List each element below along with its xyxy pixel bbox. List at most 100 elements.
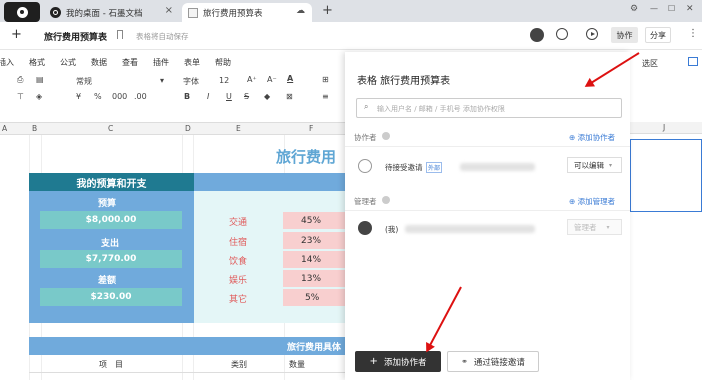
category-name[interactable]: 交通 xyxy=(229,215,247,228)
doc-header: + 旅行费用预算表 表格将自动保存 协作 分享 ⋮ xyxy=(0,22,702,50)
chevron-down-icon[interactable]: ▾ xyxy=(160,76,164,85)
column-a[interactable]: A xyxy=(2,124,7,133)
font-size-select[interactable]: 12 xyxy=(219,76,229,85)
help-icon[interactable] xyxy=(382,196,390,204)
strike-button[interactable]: S xyxy=(244,92,249,101)
category-name[interactable]: 饮食 xyxy=(229,254,247,267)
column-d[interactable]: D xyxy=(185,124,191,133)
column-header: A B C D E F xyxy=(0,122,345,135)
diff-label: 差额 xyxy=(98,276,117,286)
underline-button[interactable]: U xyxy=(226,92,232,101)
category-pct[interactable]: 14% xyxy=(283,251,345,268)
browser-tab-bar: 我的桌面 - 石墨文档 × 旅行费用预算表 ☁ + ⚙ — ☐ ✕ xyxy=(0,0,702,22)
column-e[interactable]: E xyxy=(236,124,241,133)
format-painter-icon[interactable]: ⊤ xyxy=(17,92,24,101)
admins-section-label: 管理者 xyxy=(354,197,377,206)
print-icon[interactable]: ⎙ xyxy=(17,75,23,85)
me-label: (我) xyxy=(385,225,399,234)
detail-header-row: 项 目 类别 数量 xyxy=(29,356,345,373)
comment-icon[interactable] xyxy=(688,57,698,66)
column-b[interactable]: B xyxy=(32,124,37,133)
maximize-button[interactable]: ☐ xyxy=(668,4,675,13)
avatar[interactable] xyxy=(530,28,544,42)
thousands-button[interactable]: 000 xyxy=(112,92,127,101)
menu-formula[interactable]: 公式 xyxy=(60,57,76,68)
italic-button[interactable]: I xyxy=(207,92,209,101)
app-logo[interactable] xyxy=(4,2,40,22)
merge-icon[interactable]: ⊞ xyxy=(322,75,329,84)
admin-role-label: 管理者 xyxy=(574,222,597,232)
help-icon[interactable] xyxy=(382,132,390,140)
menu-plugins[interactable]: 插件 xyxy=(153,57,169,68)
bold-button[interactable]: B xyxy=(184,92,190,101)
selection-label: 选区 xyxy=(642,59,658,68)
permission-label: 可以编辑 xyxy=(574,160,604,170)
clear-format-icon[interactable]: ◈ xyxy=(36,92,42,101)
collaborator-search-input[interactable]: ⌕ 输入用户名 / 邮箱 / 手机号 添加协作权限 xyxy=(356,98,622,118)
column-c[interactable]: C xyxy=(108,124,113,133)
add-collaborator-button[interactable]: + 添加协作者 xyxy=(355,351,441,372)
paste-icon[interactable]: ▤ xyxy=(36,75,44,84)
present-icon[interactable] xyxy=(586,28,598,40)
history-icon[interactable] xyxy=(556,28,568,40)
percent-button[interactable]: % xyxy=(94,92,102,101)
spent-value[interactable]: $7,770.00 xyxy=(40,250,182,268)
spent-label: 支出 xyxy=(101,239,120,249)
chevron-down-icon: ▾ xyxy=(606,223,610,231)
minimize-button[interactable]: — xyxy=(650,4,658,13)
decrease-font-icon[interactable]: A⁻ xyxy=(267,75,277,84)
align-icon[interactable]: ≡ xyxy=(322,92,329,101)
category-pct[interactable]: 45% xyxy=(283,212,345,229)
category-name[interactable]: 住宿 xyxy=(229,235,247,248)
permission-select[interactable]: 可以编辑 ▾ xyxy=(567,157,622,173)
column-f[interactable]: F xyxy=(309,124,313,133)
browser-tab-budget[interactable]: 旅行费用预算表 ☁ xyxy=(182,3,312,22)
collaboration-panel: 表格 旅行费用预算表 ⌕ 输入用户名 / 邮箱 / 手机号 添加协作权限 协作者… xyxy=(345,52,630,380)
menu-insert[interactable]: 插入 xyxy=(0,57,14,68)
category-name[interactable]: 娱乐 xyxy=(229,273,247,286)
menu-form[interactable]: 表单 xyxy=(184,57,200,68)
column-j[interactable]: J xyxy=(663,123,665,132)
plus-icon: + xyxy=(369,356,378,367)
add-icon[interactable]: + xyxy=(11,27,22,42)
font-select[interactable]: 字体 xyxy=(183,76,199,87)
bookmark-icon[interactable] xyxy=(117,30,123,39)
share-button[interactable]: 分享 xyxy=(645,27,671,43)
shimo-favicon-icon xyxy=(50,7,61,18)
currency-button[interactable]: ¥ xyxy=(76,92,81,101)
diff-value[interactable]: $230.00 xyxy=(40,288,182,306)
doc-title[interactable]: 旅行费用预算表 xyxy=(44,30,107,43)
more-menu-icon[interactable]: ⋮ xyxy=(688,28,698,39)
category-pct[interactable]: 5% xyxy=(283,289,345,306)
menu-help[interactable]: 帮助 xyxy=(215,57,231,68)
add-admin-link[interactable]: ⊕ 添加管理者 xyxy=(569,196,615,207)
menu-view[interactable]: 查看 xyxy=(122,57,138,68)
increase-font-icon[interactable]: A⁺ xyxy=(247,75,257,84)
fill-color-icon[interactable]: ◆ xyxy=(264,92,270,101)
redacted-name xyxy=(405,225,535,233)
link-invite-button[interactable]: ⚭ 通过链接邀请 xyxy=(447,351,539,372)
tab-close-icon[interactable]: × xyxy=(165,5,173,16)
number-format-select[interactable]: 常规 xyxy=(76,76,92,87)
browser-tab-desktop[interactable]: 我的桌面 - 石墨文档 × xyxy=(44,3,180,22)
detail-col: 数量 xyxy=(289,360,305,369)
collaborate-button[interactable]: 协作 xyxy=(611,27,638,43)
new-tab-button[interactable]: + xyxy=(322,3,333,18)
selected-range[interactable] xyxy=(630,139,702,212)
category-pct[interactable]: 13% xyxy=(283,270,345,287)
spreadsheet-grid[interactable]: 旅行费用 我的预算和开支 预算 $8,000.00 支出 $7,770.00 差… xyxy=(0,135,345,380)
category-name[interactable]: 其它 xyxy=(229,292,247,305)
decimals-button[interactable]: .00 xyxy=(134,92,147,101)
category-pct[interactable]: 23% xyxy=(283,232,345,249)
add-collaborator-link-label: 添加协作者 xyxy=(577,133,616,142)
add-collaborator-link[interactable]: ⊕ 添加协作者 xyxy=(569,132,615,143)
font-color-icon[interactable]: A xyxy=(287,74,293,83)
close-window-button[interactable]: ✕ xyxy=(686,4,694,14)
detail-col: 类别 xyxy=(231,360,247,369)
budget-value[interactable]: $8,000.00 xyxy=(40,211,182,229)
settings-icon[interactable]: ⚙ xyxy=(630,4,638,14)
menu-data[interactable]: 数据 xyxy=(91,57,107,68)
summary-header: 我的预算和开支 xyxy=(29,173,194,191)
menu-format[interactable]: 格式 xyxy=(29,57,45,68)
border-icon[interactable]: ⊠ xyxy=(286,92,293,101)
